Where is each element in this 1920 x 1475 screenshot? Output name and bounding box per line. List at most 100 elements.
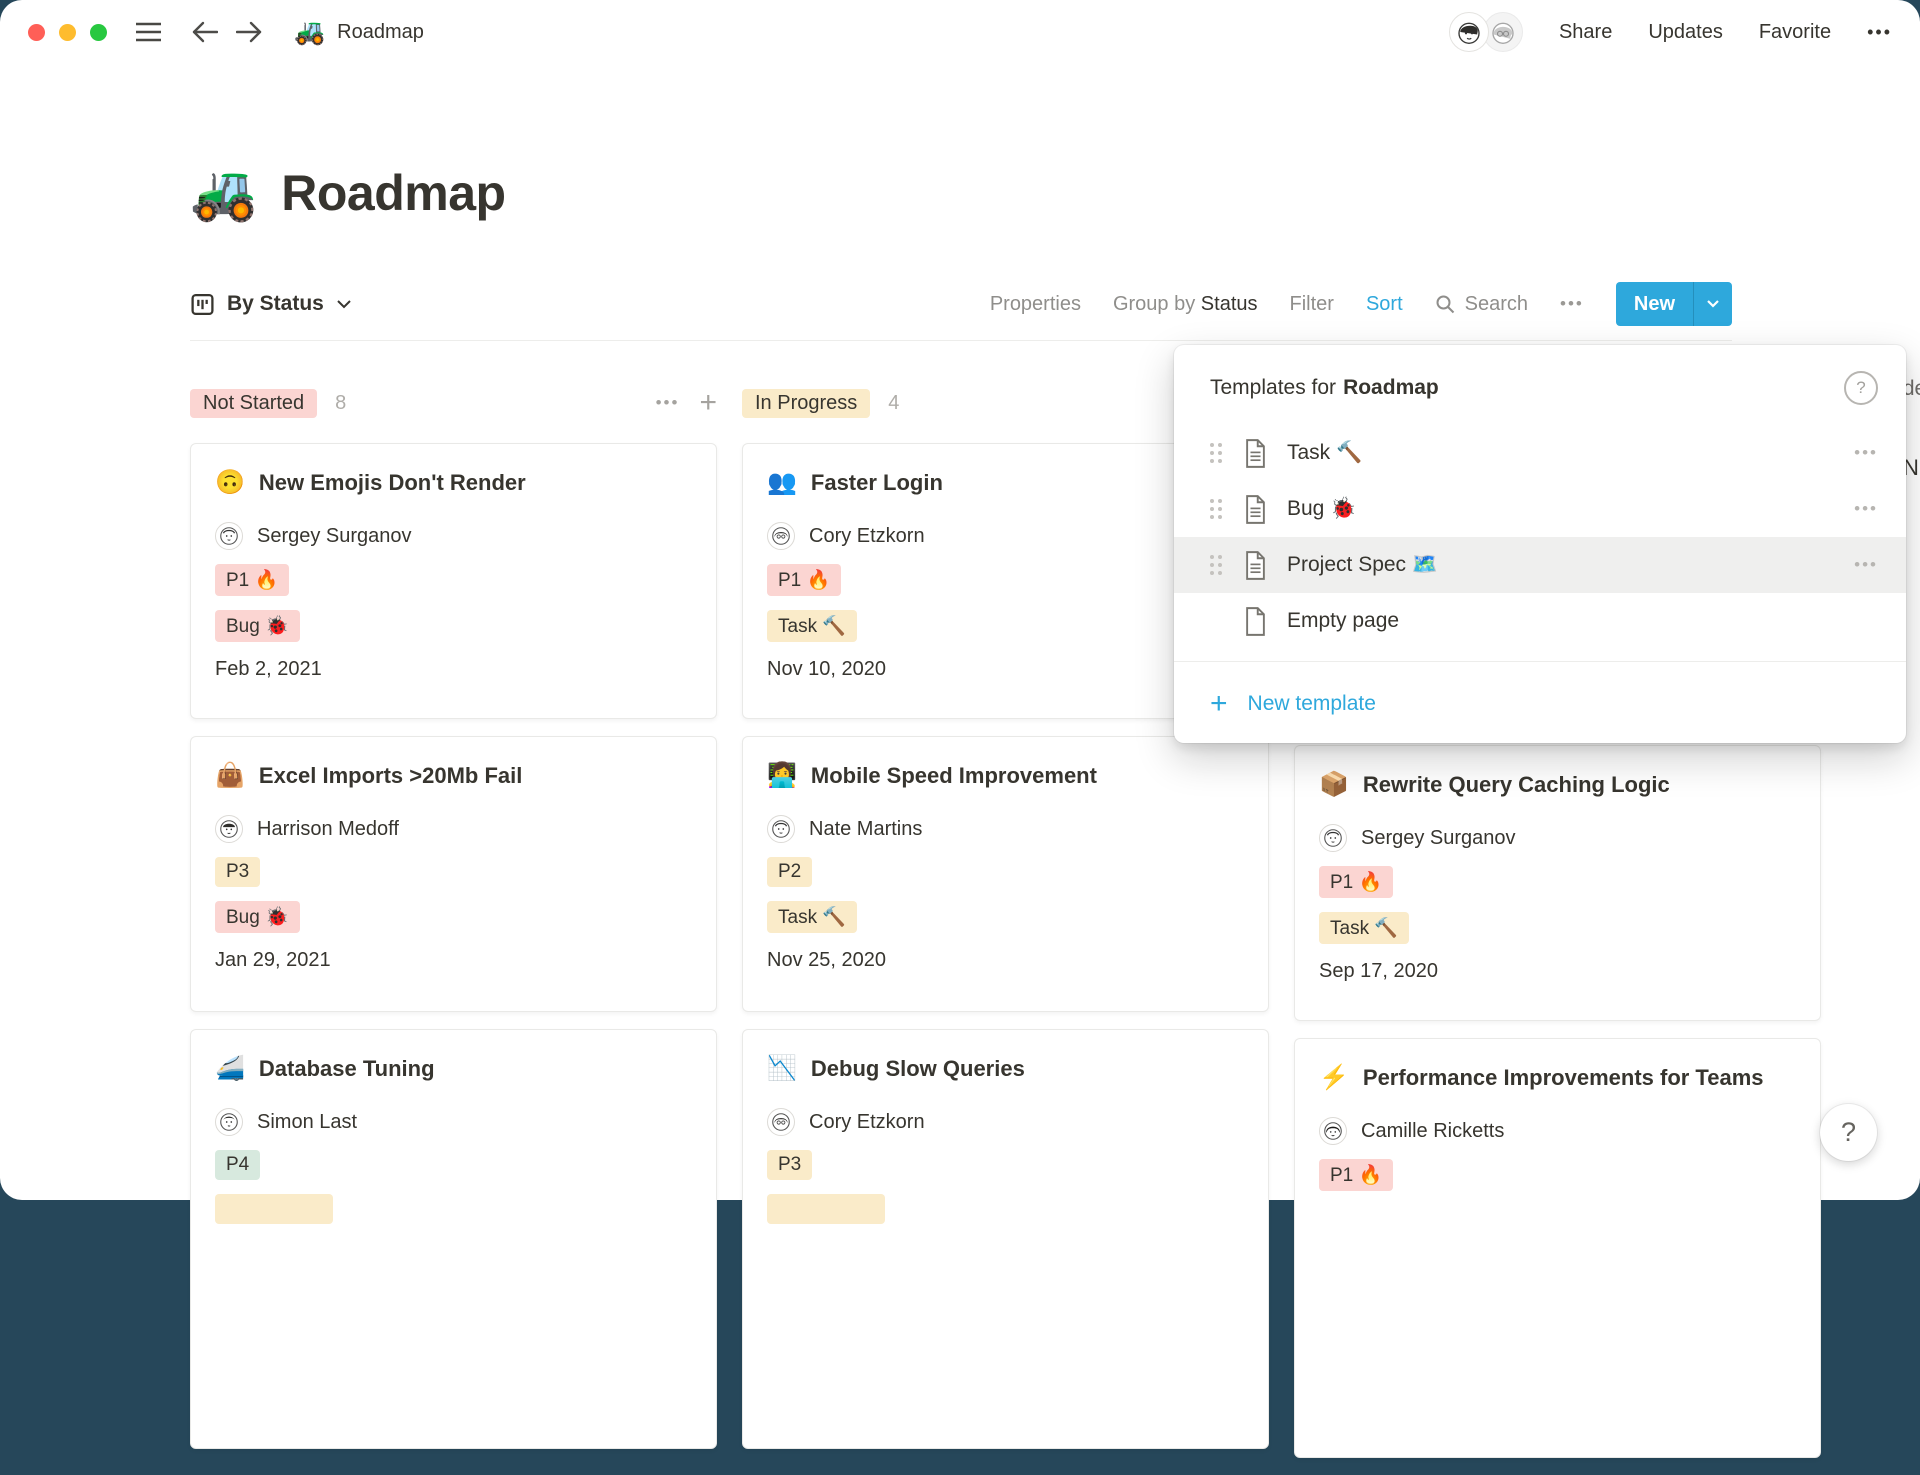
priority-pill: P2 xyxy=(767,857,812,887)
card-date: Nov 25, 2020 xyxy=(767,949,1244,972)
assignee-name: Cory Etzkorn xyxy=(809,1111,925,1134)
search-label: Search xyxy=(1465,293,1528,316)
template-row-project-spec[interactable]: Project Spec 🗺️ ••• xyxy=(1174,537,1906,593)
column-more-icon[interactable]: ••• xyxy=(656,393,680,413)
card-mobile-speed-improvement[interactable]: 👩‍💻Mobile Speed Improvement Nate Martins… xyxy=(742,736,1269,1012)
sort-button[interactable]: Sort xyxy=(1366,293,1403,316)
column-status-pill[interactable]: Not Started xyxy=(190,389,317,418)
priority-pill-cropped: P1 🔥 xyxy=(1319,1159,1393,1191)
card-database-tuning[interactable]: 🚄Database Tuning Simon Last P4 xyxy=(190,1029,717,1449)
template-more-icon[interactable]: ••• xyxy=(1854,443,1878,463)
priority-pill: P3 xyxy=(215,857,260,887)
drag-handle-icon[interactable] xyxy=(1210,443,1222,463)
card-date: Feb 2, 2021 xyxy=(215,658,692,681)
assignee-avatar xyxy=(767,522,795,550)
assignee-name: Cory Etzkorn xyxy=(809,525,925,548)
card-new-emojis-dont-render[interactable]: 🙃New Emojis Don't Render Sergey Surganov… xyxy=(190,443,717,719)
drag-handle-icon[interactable] xyxy=(1210,499,1222,519)
new-button[interactable]: New xyxy=(1616,282,1732,326)
view-more-icon[interactable]: ••• xyxy=(1560,294,1584,314)
properties-button[interactable]: Properties xyxy=(990,293,1081,316)
share-button[interactable]: Share xyxy=(1559,21,1612,44)
card-performance-improvements-for-teams[interactable]: ⚡Performance Improvements for Teams Cami… xyxy=(1294,1038,1821,1458)
priority-pill: P4 xyxy=(215,1150,260,1180)
assignee-avatar xyxy=(215,522,243,550)
card-title-text: Performance Improvements for Teams xyxy=(1363,1061,1764,1095)
templates-popup-title-name: Roadmap xyxy=(1343,376,1439,400)
template-row-bug[interactable]: Bug 🐞 ••• xyxy=(1174,481,1906,537)
templates-list: Task 🔨 ••• Bug 🐞 ••• Project Spec 🗺️ ••• xyxy=(1174,425,1906,661)
view-switcher[interactable]: By Status xyxy=(190,292,352,317)
templates-help-icon[interactable]: ? xyxy=(1844,371,1878,405)
card-emoji: 📦 xyxy=(1319,768,1349,802)
close-window-button[interactable] xyxy=(28,24,45,41)
template-row-empty-page[interactable]: Empty page xyxy=(1174,593,1906,649)
type-pill: Task 🔨 xyxy=(767,901,857,933)
new-button-chevron-icon[interactable] xyxy=(1693,282,1732,326)
breadcrumb-doc-emoji: 🚜 xyxy=(294,18,325,47)
card-title-text: Excel Imports >20Mb Fail xyxy=(259,759,522,793)
chevron-down-icon xyxy=(336,299,352,310)
assignee-avatar xyxy=(1319,824,1347,852)
assignee-avatar xyxy=(1319,1117,1347,1145)
card-title-text: Database Tuning xyxy=(259,1052,435,1086)
card-excel-imports-fail[interactable]: 👜Excel Imports >20Mb Fail Harrison Medof… xyxy=(190,736,717,1012)
page-icon xyxy=(1244,495,1267,524)
help-button[interactable]: ? xyxy=(1820,1104,1877,1161)
card-date: Sep 17, 2020 xyxy=(1319,960,1796,983)
template-more-icon[interactable]: ••• xyxy=(1854,499,1878,519)
templates-popup-title: Templates for xyxy=(1210,376,1336,400)
forward-arrow-icon[interactable] xyxy=(236,21,262,43)
zoom-window-button[interactable] xyxy=(90,24,107,41)
back-arrow-icon[interactable] xyxy=(192,21,218,43)
card-title-text: New Emojis Don't Render xyxy=(259,466,526,500)
template-row-task[interactable]: Task 🔨 ••• xyxy=(1174,425,1906,481)
assignee-name: Simon Last xyxy=(257,1111,357,1134)
card-emoji: 👩‍💻 xyxy=(767,759,797,793)
minimize-window-button[interactable] xyxy=(59,24,76,41)
assignee-avatar xyxy=(767,1108,795,1136)
card-rewrite-query-caching-logic[interactable]: 📦Rewrite Query Caching Logic Sergey Surg… xyxy=(1294,745,1821,1021)
assignee-name: Sergey Surganov xyxy=(1361,827,1516,850)
priority-pill: P1 🔥 xyxy=(1319,866,1393,898)
type-pill-cropped xyxy=(767,1194,885,1224)
page-title-emoji[interactable]: 🚜 xyxy=(190,160,257,226)
type-pill: Task 🔨 xyxy=(1319,912,1409,944)
collaborator-avatar xyxy=(1483,12,1523,52)
plus-icon: + xyxy=(1210,689,1228,719)
page-icon xyxy=(1244,439,1267,468)
group-by-label: Group by xyxy=(1113,293,1195,315)
template-label: Bug 🐞 xyxy=(1287,497,1356,521)
card-title-text: Debug Slow Queries xyxy=(811,1052,1025,1086)
breadcrumb-doc-title[interactable]: Roadmap xyxy=(337,21,424,44)
drag-handle-icon[interactable] xyxy=(1210,555,1222,575)
new-template-button[interactable]: + New template xyxy=(1174,661,1906,746)
card-emoji: 🙃 xyxy=(215,466,245,500)
group-by-button[interactable]: Group by Status xyxy=(1113,293,1258,316)
updates-button[interactable]: Updates xyxy=(1648,21,1723,44)
template-label: Project Spec 🗺️ xyxy=(1287,553,1438,577)
search-button[interactable]: Search xyxy=(1435,293,1528,316)
sidebar-menu-icon[interactable] xyxy=(135,20,162,44)
column-status-pill[interactable]: In Progress xyxy=(742,389,870,418)
card-title-text: Faster Login xyxy=(811,466,943,500)
priority-pill: P3 xyxy=(767,1150,812,1180)
templates-popup: Templates for Roadmap ? Task 🔨 ••• Bug 🐞… xyxy=(1174,345,1906,743)
card-emoji: 👜 xyxy=(215,759,245,793)
more-menu-icon[interactable]: ••• xyxy=(1867,22,1892,43)
template-more-icon[interactable]: ••• xyxy=(1854,555,1878,575)
templates-popup-header: Templates for Roadmap ? xyxy=(1174,345,1906,425)
traffic-lights xyxy=(28,24,107,41)
page-title: Roadmap xyxy=(281,160,505,226)
filter-button[interactable]: Filter xyxy=(1290,293,1334,316)
column-count: 4 xyxy=(888,392,899,415)
favorite-button[interactable]: Favorite xyxy=(1759,21,1831,44)
collaborator-avatars[interactable] xyxy=(1449,12,1523,52)
card-debug-slow-queries[interactable]: 📉Debug Slow Queries Cory Etzkorn P3 xyxy=(742,1029,1269,1449)
type-pill: Task 🔨 xyxy=(767,610,857,642)
new-template-label: New template xyxy=(1248,692,1376,716)
template-label: Task 🔨 xyxy=(1287,441,1362,465)
assignee-avatar xyxy=(215,1108,243,1136)
column-add-icon[interactable]: + xyxy=(699,388,717,418)
assignee-avatar xyxy=(767,815,795,843)
